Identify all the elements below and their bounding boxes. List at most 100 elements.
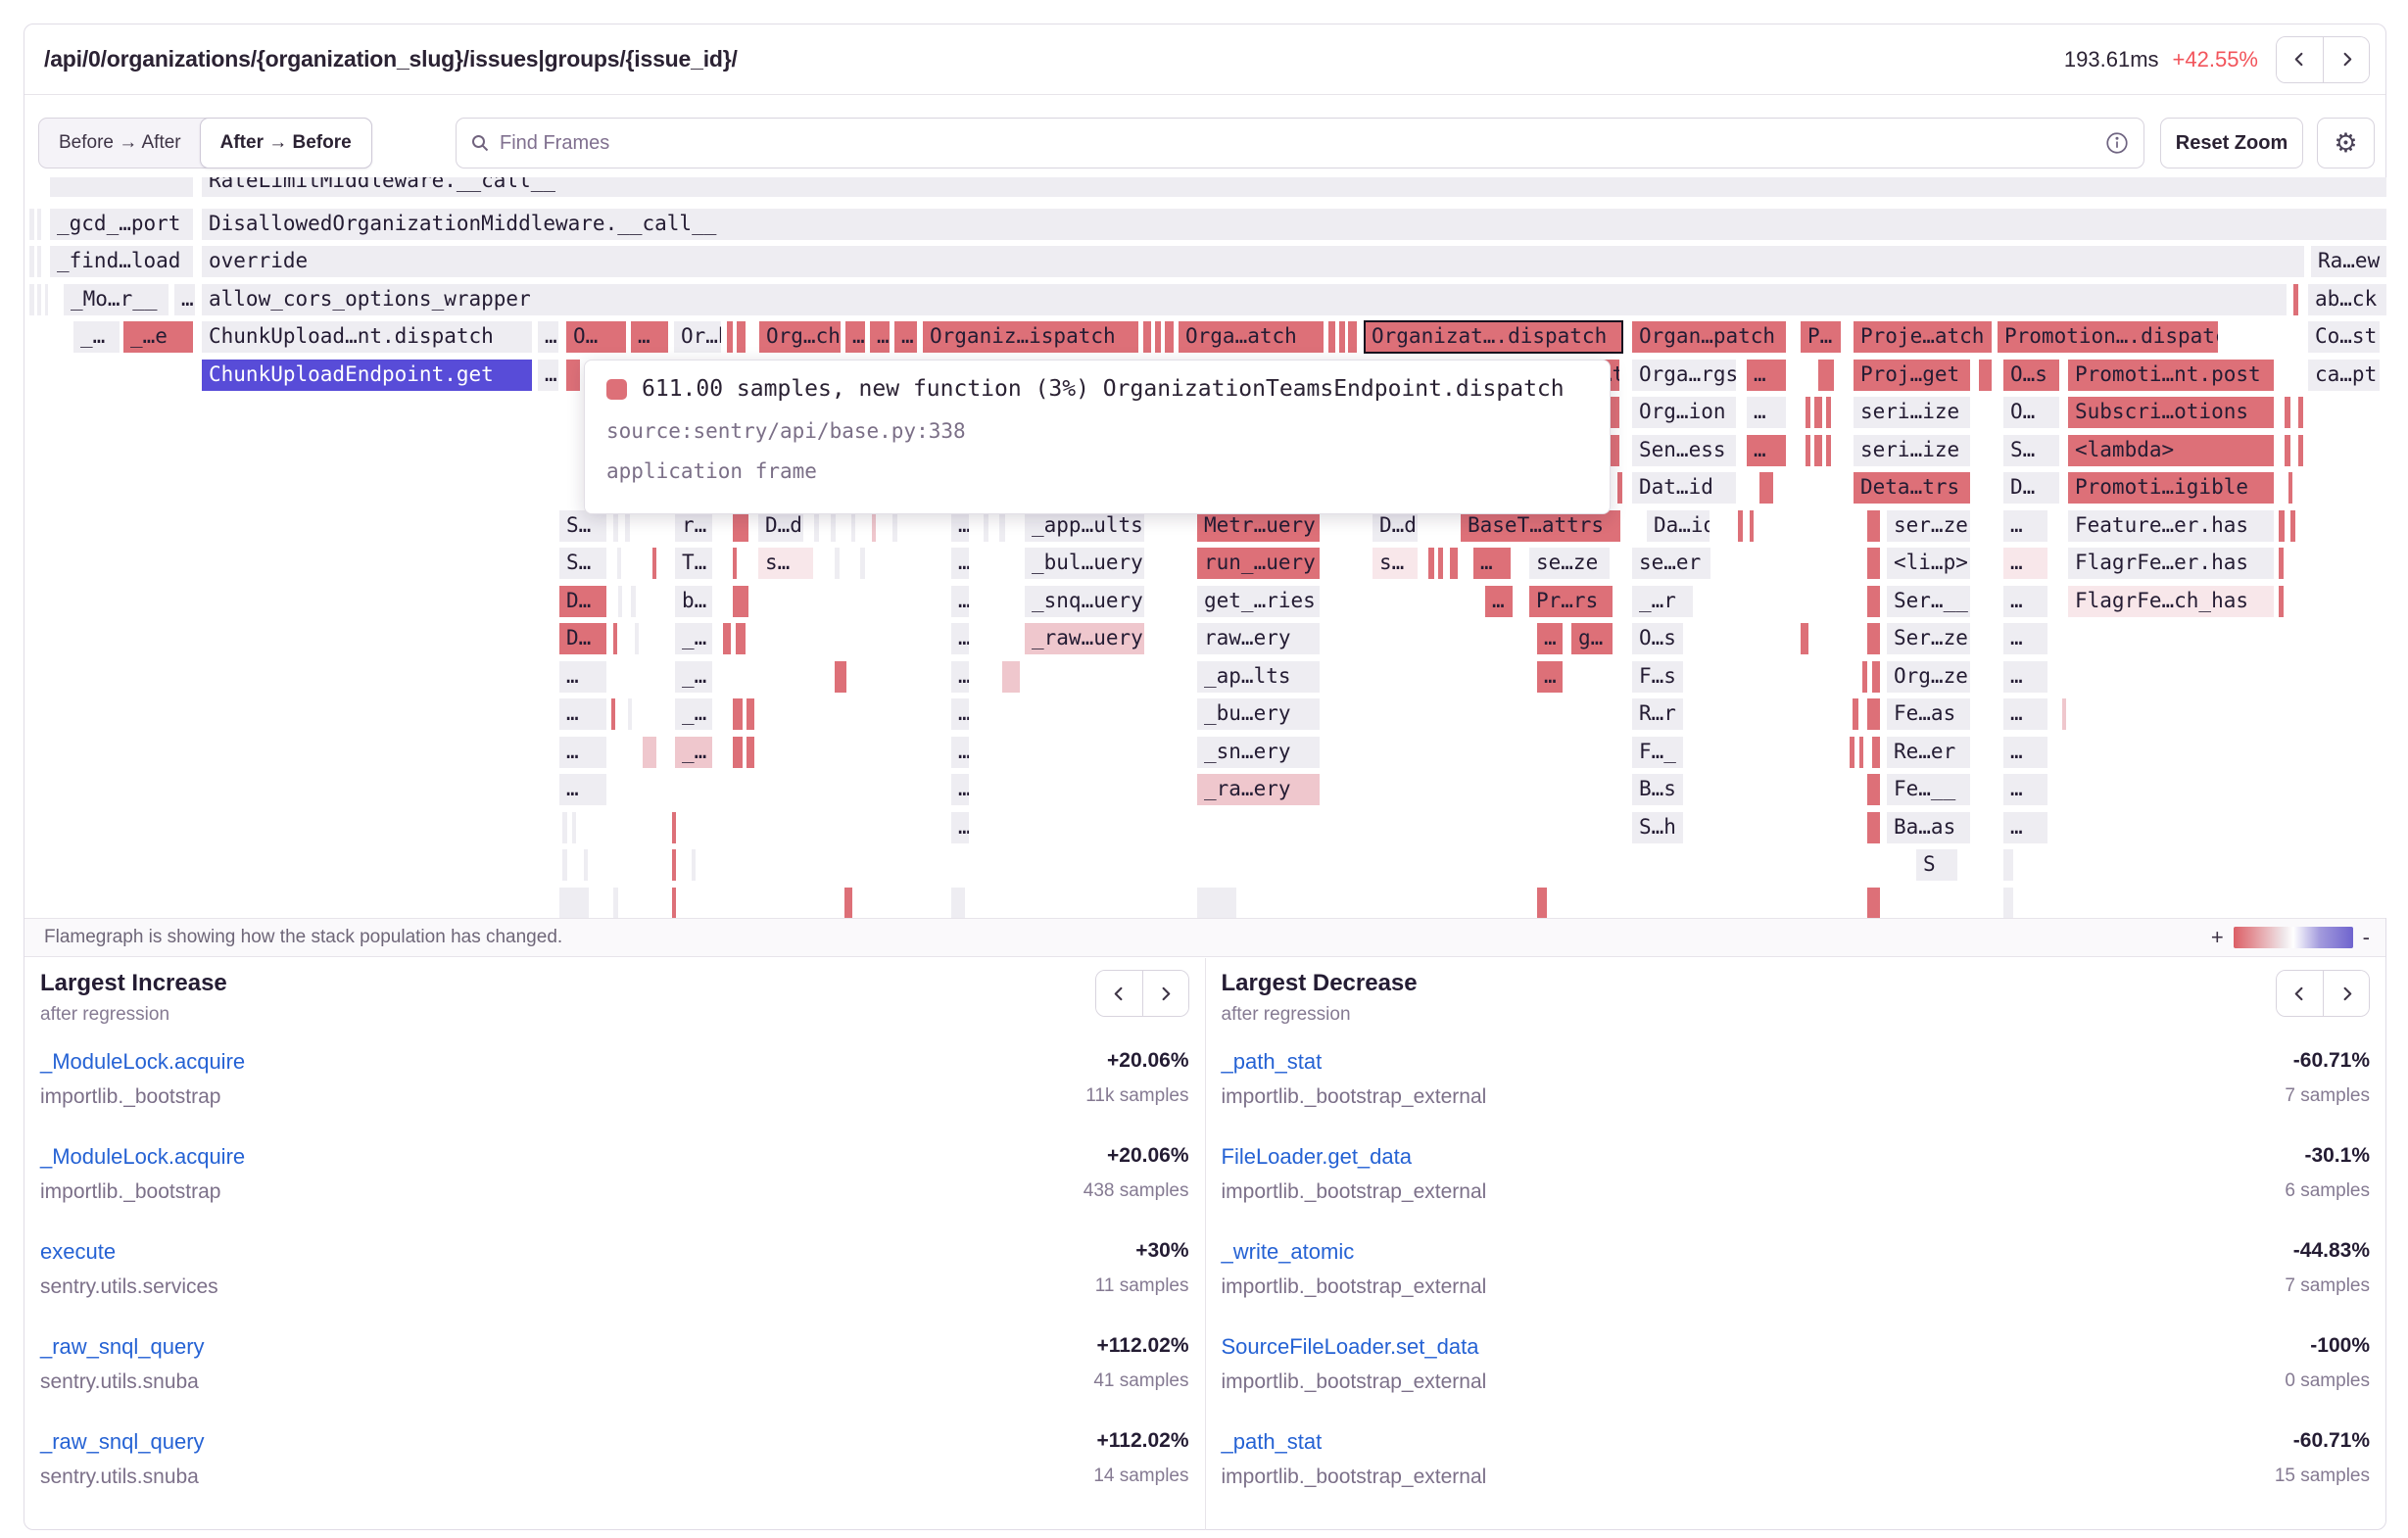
flame-frame[interactable]: Fe…as	[1887, 698, 1970, 730]
flame-frame[interactable]: RateLimitMiddleware.__call__	[202, 177, 2386, 197]
function-link[interactable]: SourceFileLoader.set_data	[1222, 1334, 1479, 1360]
flame-frame[interactable]: _ap…lts	[1197, 661, 1320, 693]
flame-frame[interactable]: allow_cors_options_wrapper	[202, 284, 2287, 315]
flame-frame[interactable]: …	[951, 698, 969, 730]
flame-frame[interactable]: …	[2003, 661, 2047, 693]
flame-frame[interactable]	[1801, 623, 1808, 654]
flame-frame[interactable]: …	[1485, 586, 1513, 617]
flame-frame[interactable]: T…	[675, 548, 712, 579]
flame-frame[interactable]: …	[1747, 435, 1786, 466]
flame-frame[interactable]	[618, 586, 622, 617]
flame-frame[interactable]	[951, 888, 965, 918]
flame-frame[interactable]: D…d	[1373, 510, 1418, 542]
flame-frame[interactable]	[727, 321, 733, 353]
flame-frame[interactable]: se…er	[1632, 548, 1710, 579]
flame-frame[interactable]	[1450, 548, 1458, 579]
flame-frame[interactable]	[733, 586, 748, 617]
flame-frame[interactable]	[1197, 888, 1236, 918]
flame-frame[interactable]	[617, 548, 621, 579]
flame-frame[interactable]	[733, 548, 737, 579]
flame-frame[interactable]: <li…p>	[1887, 548, 1970, 579]
flame-frame[interactable]	[1872, 661, 1880, 693]
flame-frame[interactable]: Org…ch	[759, 321, 841, 353]
flame-frame[interactable]	[29, 284, 34, 315]
flame-frame[interactable]: …	[2003, 510, 2047, 542]
flame-frame[interactable]	[29, 246, 34, 277]
flame-frame[interactable]	[562, 849, 567, 881]
flame-frame[interactable]: FlagrFe…er.has	[2068, 548, 2274, 579]
flame-frame[interactable]: …	[559, 698, 606, 730]
flame-frame[interactable]: …	[1747, 360, 1786, 391]
flame-frame[interactable]	[613, 510, 618, 542]
flame-frame[interactable]	[1348, 321, 1357, 353]
flame-frame[interactable]: F…_	[1632, 737, 1683, 768]
flame-frame[interactable]: Org…ion	[1632, 397, 1736, 428]
function-link[interactable]: _path_stat	[1222, 1429, 1323, 1455]
flame-frame[interactable]: _bul…uery	[1025, 548, 1144, 579]
flame-frame[interactable]: …	[1473, 548, 1511, 579]
flame-frame[interactable]	[566, 360, 580, 391]
flame-frame[interactable]: …	[1747, 397, 1786, 428]
flame-frame[interactable]	[999, 510, 1005, 542]
flame-frame[interactable]: g…	[1571, 623, 1613, 654]
flame-frame[interactable]	[635, 623, 639, 654]
flame-frame[interactable]	[1853, 698, 1858, 730]
flame-frame[interactable]	[613, 888, 618, 918]
flame-frame[interactable]: _sn…ery	[1197, 737, 1320, 768]
flame-frame[interactable]: ab…ck	[2308, 284, 2386, 315]
flame-frame[interactable]: …	[2003, 774, 2047, 805]
flame-frame[interactable]	[672, 888, 676, 918]
flame-frame[interactable]	[1611, 435, 1619, 466]
flame-frame[interactable]: Ser…ze	[1887, 623, 1970, 654]
flame-frame[interactable]	[1979, 360, 1992, 391]
flame-frame[interactable]: ca…pt	[2308, 360, 2380, 391]
flame-frame[interactable]	[1806, 397, 1810, 428]
flame-frame[interactable]: Sen…ess	[1632, 435, 1736, 466]
flame-frame[interactable]: Subscri…otions	[2068, 397, 2274, 428]
flame-frame[interactable]	[984, 510, 988, 542]
flame-frame[interactable]: …	[538, 360, 558, 391]
flame-frame[interactable]: R…r	[1632, 698, 1683, 730]
flame-frame[interactable]: DisallowedOrganizationMiddleware.__call_…	[202, 209, 2386, 240]
flame-frame[interactable]: Orga…rgs	[1632, 360, 1736, 391]
flame-frame[interactable]: r…	[675, 510, 712, 542]
search-input[interactable]	[500, 132, 2104, 155]
flame-frame[interactable]: Proje…atch	[1854, 321, 1992, 353]
flame-frame[interactable]	[1759, 472, 1773, 504]
flame-frame[interactable]: Co…st	[2308, 321, 2380, 353]
flame-frame[interactable]: seri…ize	[1854, 397, 1970, 428]
info-icon[interactable]	[2104, 130, 2130, 156]
flame-frame[interactable]: Metr…uery	[1197, 510, 1320, 542]
flame-frame[interactable]: S…h	[1632, 812, 1683, 843]
flame-frame[interactable]: D…	[559, 623, 606, 654]
flame-frame[interactable]: Feature…er.has	[2068, 510, 2274, 542]
flame-frame[interactable]	[1826, 397, 1831, 428]
flame-frame[interactable]: _…	[675, 737, 712, 768]
flame-frame[interactable]: S	[1916, 849, 1957, 881]
flame-frame[interactable]	[2003, 888, 2013, 918]
flame-frame[interactable]: …	[1537, 661, 1563, 693]
flame-frame[interactable]	[572, 812, 576, 843]
flame-frame[interactable]: seri…ize	[1854, 435, 1970, 466]
flame-frame[interactable]	[746, 737, 754, 768]
flame-frame[interactable]	[851, 510, 855, 542]
flame-frame[interactable]	[29, 209, 34, 240]
flame-frame[interactable]: _bu…ery	[1197, 698, 1320, 730]
flame-frame[interactable]	[1339, 321, 1345, 353]
flame-frame[interactable]: _snq…uery	[1025, 586, 1144, 617]
reset-zoom-button[interactable]: Reset Zoom	[2160, 118, 2303, 168]
flame-frame[interactable]: O…	[2003, 397, 2059, 428]
flame-frame[interactable]	[1537, 888, 1547, 918]
flame-frame[interactable]	[1806, 435, 1810, 466]
flame-frame[interactable]: ChunkUpload…nt.dispatch	[202, 321, 532, 353]
flame-frame[interactable]: S…	[559, 510, 606, 542]
flame-frame[interactable]: s…	[758, 548, 813, 579]
flame-frame[interactable]	[2290, 510, 2295, 542]
flame-frame[interactable]: _…e	[123, 321, 193, 353]
flame-frame[interactable]: ser…ze	[1887, 510, 1970, 542]
flame-frame[interactable]: D…d	[758, 510, 803, 542]
flame-frame[interactable]: BaseT…attrs	[1461, 510, 1620, 542]
flame-frame[interactable]: D…	[559, 586, 606, 617]
flame-frame[interactable]: _app…ults	[1025, 510, 1144, 542]
flame-frame[interactable]	[631, 586, 636, 617]
